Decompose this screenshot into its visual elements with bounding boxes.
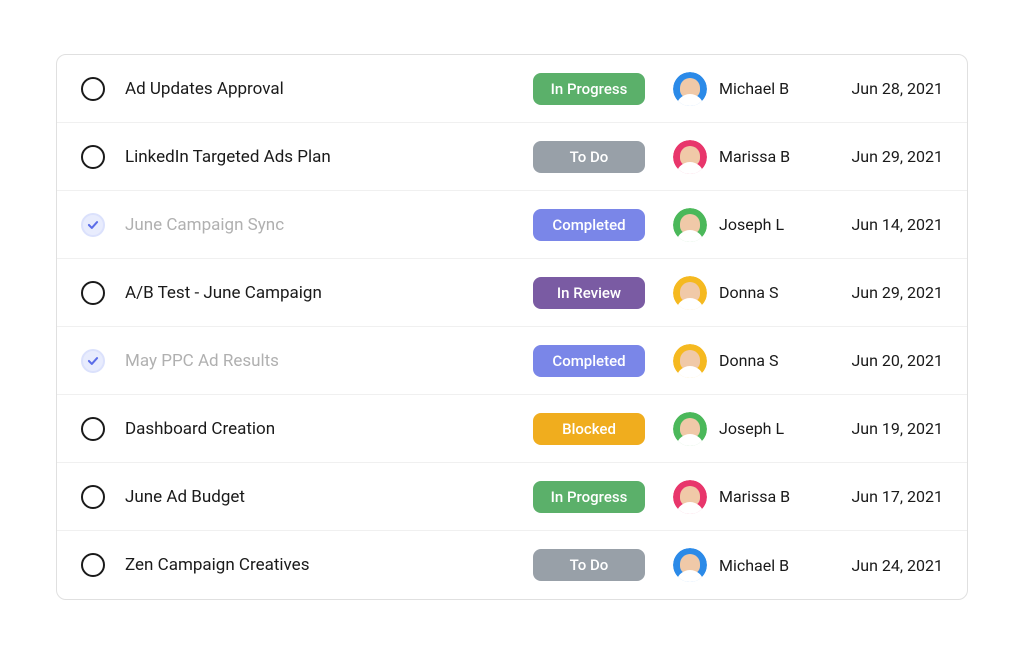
task-date: Jun 17, 2021 bbox=[823, 487, 943, 506]
task-checkbox[interactable] bbox=[81, 77, 105, 101]
assignee[interactable]: Marissa B bbox=[673, 480, 823, 514]
avatar bbox=[673, 344, 707, 378]
task-title: June Ad Budget bbox=[125, 487, 533, 507]
assignee[interactable]: Marissa B bbox=[673, 140, 823, 174]
task-title: May PPC Ad Results bbox=[125, 351, 533, 371]
task-checkbox[interactable] bbox=[81, 145, 105, 169]
task-checkbox[interactable] bbox=[81, 553, 105, 577]
task-checkbox[interactable] bbox=[81, 349, 105, 373]
assignee-name: Donna S bbox=[719, 283, 778, 302]
avatar bbox=[673, 72, 707, 106]
check-icon bbox=[86, 354, 100, 368]
status-badge[interactable]: In Review bbox=[533, 277, 645, 309]
assignee[interactable]: Michael B bbox=[673, 72, 823, 106]
task-date: Jun 29, 2021 bbox=[823, 147, 943, 166]
avatar bbox=[673, 208, 707, 242]
task-date: Jun 19, 2021 bbox=[823, 419, 943, 438]
task-date: Jun 14, 2021 bbox=[823, 215, 943, 234]
task-title: Ad Updates Approval bbox=[125, 79, 533, 99]
assignee-name: Michael B bbox=[719, 556, 789, 575]
task-date: Jun 28, 2021 bbox=[823, 79, 943, 98]
task-row[interactable]: Ad Updates ApprovalIn Progress Michael B J… bbox=[57, 55, 967, 123]
status-badge[interactable]: In Progress bbox=[533, 481, 645, 513]
status-badge[interactable]: In Progress bbox=[533, 73, 645, 105]
avatar bbox=[673, 480, 707, 514]
assignee-name: Marissa B bbox=[719, 487, 790, 506]
assignee[interactable]: Michael B bbox=[673, 548, 823, 582]
assignee[interactable]: Donna S bbox=[673, 276, 823, 310]
assignee-name: Joseph L bbox=[719, 215, 784, 234]
task-row[interactable]: May PPC Ad ResultsCompleted Donna S Jun 20… bbox=[57, 327, 967, 395]
assignee-name: Donna S bbox=[719, 351, 778, 370]
task-title: LinkedIn Targeted Ads Plan bbox=[125, 147, 533, 167]
assignee[interactable]: Joseph L bbox=[673, 208, 823, 242]
assignee-name: Marissa B bbox=[719, 147, 790, 166]
task-date: Jun 24, 2021 bbox=[823, 556, 943, 575]
task-row[interactable]: LinkedIn Targeted Ads PlanTo Do Marissa B… bbox=[57, 123, 967, 191]
avatar bbox=[673, 548, 707, 582]
avatar bbox=[673, 140, 707, 174]
task-title: Dashboard Creation bbox=[125, 419, 533, 439]
task-row[interactable]: June Ad BudgetIn Progress Marissa B Jun 17… bbox=[57, 463, 967, 531]
assignee-name: Michael B bbox=[719, 79, 789, 98]
task-checkbox[interactable] bbox=[81, 281, 105, 305]
status-badge[interactable]: To Do bbox=[533, 549, 645, 581]
check-icon bbox=[86, 218, 100, 232]
task-checkbox[interactable] bbox=[81, 213, 105, 237]
status-badge[interactable]: Blocked bbox=[533, 413, 645, 445]
task-row[interactable]: Zen Campaign CreativesTo Do Michael B Jun … bbox=[57, 531, 967, 599]
task-title: Zen Campaign Creatives bbox=[125, 555, 533, 575]
task-title: A/B Test - June Campaign bbox=[125, 283, 533, 303]
assignee[interactable]: Donna S bbox=[673, 344, 823, 378]
task-row[interactable]: Dashboard CreationBlocked Joseph L Jun 19,… bbox=[57, 395, 967, 463]
status-badge[interactable]: Completed bbox=[533, 345, 645, 377]
task-row[interactable]: A/B Test - June CampaignIn Review Donna S… bbox=[57, 259, 967, 327]
status-badge[interactable]: To Do bbox=[533, 141, 645, 173]
task-row[interactable]: June Campaign SyncCompleted Joseph L Jun 1… bbox=[57, 191, 967, 259]
assignee-name: Joseph L bbox=[719, 419, 784, 438]
status-badge[interactable]: Completed bbox=[533, 209, 645, 241]
assignee[interactable]: Joseph L bbox=[673, 412, 823, 446]
task-list-panel: Ad Updates ApprovalIn ProgressMichael BJ… bbox=[56, 54, 968, 600]
task-checkbox[interactable] bbox=[81, 485, 105, 509]
task-checkbox[interactable] bbox=[81, 417, 105, 441]
task-title: June Campaign Sync bbox=[125, 215, 533, 235]
task-date: Jun 20, 2021 bbox=[823, 351, 943, 370]
task-date: Jun 29, 2021 bbox=[823, 283, 943, 302]
avatar bbox=[673, 412, 707, 446]
avatar bbox=[673, 276, 707, 310]
